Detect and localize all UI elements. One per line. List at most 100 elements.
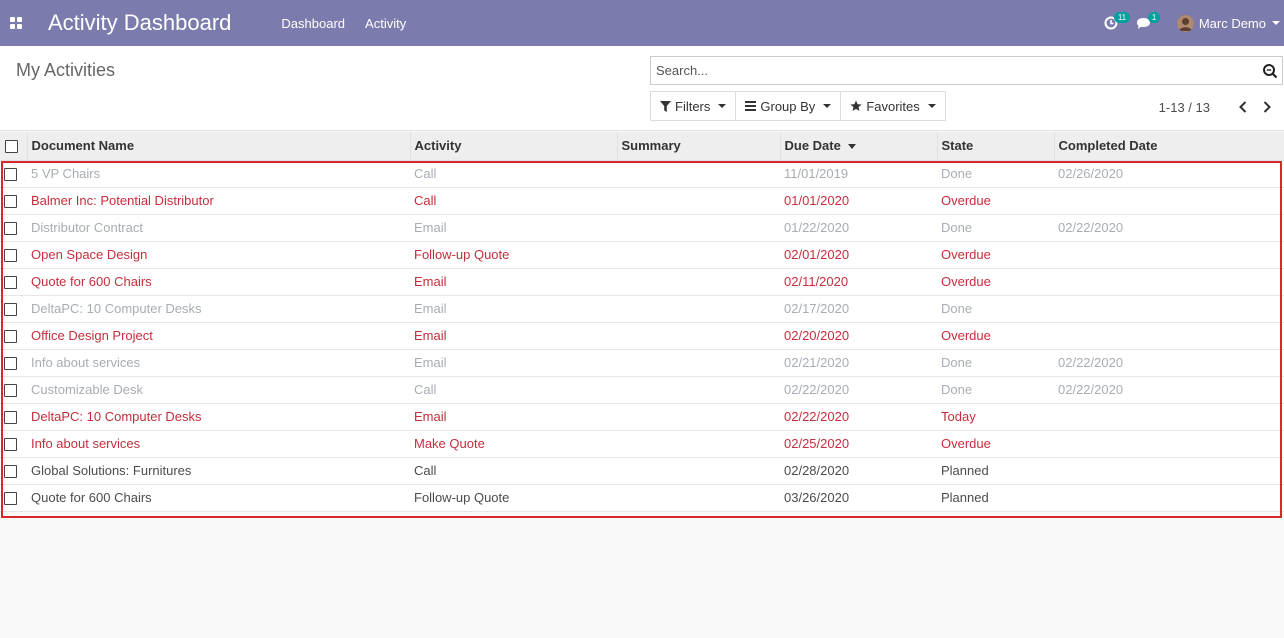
row-select-cell: [0, 187, 27, 214]
pager-previous-button[interactable]: [1234, 98, 1252, 116]
select-all-checkbox[interactable]: [5, 140, 18, 154]
row-checkbox[interactable]: [4, 222, 17, 236]
table-row[interactable]: Info about services Make Quote 02/25/2020 O…: [0, 430, 1284, 457]
document-name-cell: Balmer Inc: Potential Distributor: [31, 193, 214, 208]
completed-date-cell: [1054, 484, 1284, 511]
table-row[interactable]: Quote for 600 Chairs Email 02/11/2020 Overd…: [0, 268, 1284, 295]
table-body: 5 VP Chairs Call 11/01/2019 Done 02/26/2020 B…: [0, 160, 1284, 511]
activity-table: Document Name Activity Summary Due Date …: [0, 132, 1284, 512]
activity-cell: Follow-up Quote: [414, 247, 510, 262]
state-cell: Overdue: [941, 274, 991, 289]
row-checkbox[interactable]: [4, 303, 17, 317]
select-all-cell: [0, 132, 27, 161]
table-row[interactable]: Customizable Desk Call 02/22/2020 Done 02/22…: [0, 376, 1284, 403]
summary-cell: [617, 241, 780, 268]
column-due-date-label: Due Date: [784, 138, 841, 154]
row-checkbox[interactable]: [4, 330, 17, 344]
completed-date-cell: 02/22/2020: [1058, 355, 1124, 370]
row-checkbox[interactable]: [4, 249, 17, 263]
row-checkbox[interactable]: [4, 384, 17, 398]
due-date-cell: 02/22/2020: [784, 382, 850, 397]
row-select-cell: [0, 241, 27, 268]
apps-icon[interactable]: [0, 0, 32, 46]
filter-icon: [660, 100, 671, 112]
column-due-date[interactable]: Due Date: [779, 132, 937, 161]
messages-count-badge: 1: [1147, 12, 1161, 23]
table-row[interactable]: Open Space Design Follow-up Quote 02/01/20…: [0, 241, 1284, 268]
menu-item-dashboard[interactable]: Dashboard: [281, 16, 345, 31]
table-row[interactable]: 5 VP Chairs Call 11/01/2019 Done 02/26/2020: [0, 160, 1284, 187]
menu-item-activity[interactable]: Activity: [365, 16, 406, 31]
row-select-cell: [0, 403, 27, 430]
row-checkbox[interactable]: [4, 357, 17, 371]
row-select-cell: [0, 268, 27, 295]
app-brand[interactable]: Activity Dashboard: [48, 10, 231, 36]
row-checkbox[interactable]: [4, 411, 17, 425]
document-name-cell: Info about services: [31, 436, 141, 451]
row-checkbox[interactable]: [4, 195, 17, 209]
table-row[interactable]: DeltaPC: 10 Computer Desks Email 02/22/202…: [0, 403, 1284, 430]
filters-button[interactable]: Filters: [650, 91, 737, 121]
row-select-cell: [0, 484, 27, 511]
state-cell: Overdue: [941, 247, 991, 262]
search-icon[interactable]: [1262, 63, 1278, 79]
column-activity[interactable]: Activity: [409, 132, 617, 161]
column-summary[interactable]: Summary: [616, 132, 780, 161]
column-completed-date[interactable]: Completed Date: [1053, 132, 1284, 161]
state-cell: Done: [941, 382, 973, 397]
user-name: Marc Demo: [1198, 15, 1266, 31]
summary-cell: [617, 214, 780, 241]
completed-date-cell: [1054, 241, 1284, 268]
table-row[interactable]: Info about services Email 02/21/2020 Done 02…: [0, 349, 1284, 376]
chevron-down-icon: [823, 104, 832, 108]
group-by-button[interactable]: Group By: [735, 91, 842, 121]
summary-cell: [617, 349, 780, 376]
chevron-left-icon: [1239, 101, 1247, 113]
completed-date-cell: [1054, 322, 1284, 349]
completed-date-cell: [1054, 403, 1284, 430]
row-checkbox[interactable]: [4, 276, 17, 290]
row-select-cell: [0, 376, 27, 403]
activity-count-badge: 11: [1113, 12, 1131, 23]
summary-cell: [617, 187, 780, 214]
activity-menu[interactable]: 11: [1104, 0, 1131, 46]
state-cell: Done: [941, 301, 973, 316]
top-navbar: Activity Dashboard Dashboard Activity 11…: [0, 0, 1284, 46]
favorites-button[interactable]: Favorites: [840, 91, 946, 121]
completed-date-cell: [1054, 187, 1284, 214]
column-state[interactable]: State: [936, 132, 1054, 161]
completed-date-cell: [1054, 268, 1284, 295]
summary-cell: [617, 295, 780, 322]
control-panel: My Activities Filters Group By Favorites…: [0, 46, 1284, 131]
messaging-menu[interactable]: 1: [1136, 0, 1161, 46]
table-row[interactable]: Global Solutions: Furnitures Call 02/28/20…: [0, 457, 1284, 484]
document-name-cell: DeltaPC: 10 Computer Desks: [31, 409, 202, 424]
row-checkbox[interactable]: [4, 492, 17, 506]
table-row[interactable]: Distributor Contract Email 01/22/2020 Done 0…: [0, 214, 1284, 241]
activity-cell: Call: [414, 382, 437, 397]
state-cell: Overdue: [941, 436, 991, 451]
due-date-cell: 01/01/2020: [784, 193, 850, 208]
document-name-cell: Quote for 600 Chairs: [31, 274, 152, 289]
row-checkbox[interactable]: [4, 168, 17, 182]
due-date-cell: 02/11/2020: [784, 274, 849, 289]
activity-cell: Call: [414, 166, 437, 181]
summary-cell: [617, 376, 780, 403]
row-select-cell: [0, 322, 27, 349]
table-row[interactable]: DeltaPC: 10 Computer Desks Email 02/17/202…: [0, 295, 1284, 322]
column-document-name[interactable]: Document Name: [26, 132, 410, 161]
user-menu[interactable]: Marc Demo: [1176, 0, 1280, 46]
table-row[interactable]: Office Design Project Email 02/20/2020 Over…: [0, 322, 1284, 349]
pager-value[interactable]: 1-13 / 13: [1159, 100, 1210, 115]
due-date-cell: 03/26/2020: [784, 490, 850, 505]
table-row[interactable]: Balmer Inc: Potential Distributor Call 01/…: [0, 187, 1284, 214]
row-checkbox[interactable]: [4, 438, 17, 452]
row-checkbox[interactable]: [4, 465, 17, 479]
table-row[interactable]: Quote for 600 Chairs Follow-up Quote 03/26…: [0, 484, 1284, 511]
pager-next-button[interactable]: [1258, 98, 1276, 116]
summary-cell: [617, 322, 780, 349]
search-input[interactable]: [651, 57, 1241, 84]
activity-cell: Email: [414, 355, 447, 370]
main-menu: Dashboard Activity: [281, 16, 426, 31]
table-header-row: Document Name Activity Summary Due Date …: [0, 132, 1284, 161]
